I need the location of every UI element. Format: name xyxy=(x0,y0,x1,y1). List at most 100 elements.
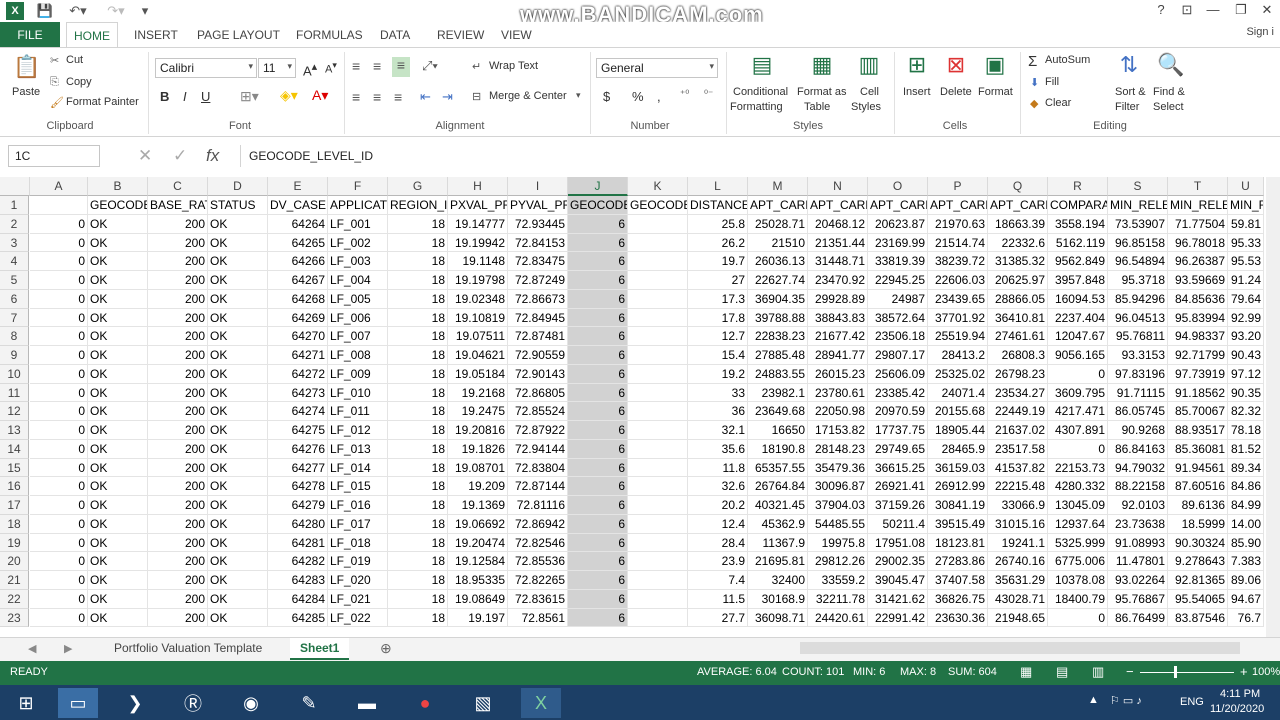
data-cell[interactable]: 88.93517 xyxy=(1168,421,1228,440)
data-cell[interactable]: 64274 xyxy=(268,402,328,421)
data-cell[interactable]: 96.04513 xyxy=(1108,308,1168,328)
new-sheet-icon[interactable]: ⊕ xyxy=(380,640,392,657)
data-cell[interactable]: OK xyxy=(88,458,148,478)
data-cell[interactable] xyxy=(628,327,688,346)
data-cell[interactable]: 72.90143 xyxy=(508,364,568,384)
sheet-tab-sheet1[interactable]: Sheet1 xyxy=(290,638,350,660)
column-header-b[interactable]: B xyxy=(88,177,148,196)
data-cell[interactable]: 9.278643 xyxy=(1168,552,1228,571)
column-header-n[interactable]: N xyxy=(808,177,868,196)
data-cell[interactable]: 97.73919 xyxy=(1168,364,1228,384)
data-cell[interactable] xyxy=(628,496,688,515)
header-cell[interactable]: APT_CARF xyxy=(808,196,868,215)
data-cell[interactable]: 19.1369 xyxy=(448,496,508,515)
column-header-l[interactable]: L xyxy=(688,177,748,196)
data-cell[interactable]: 22945.25 xyxy=(868,271,928,290)
data-cell[interactable]: 91.18562 xyxy=(1168,383,1228,403)
prev-sheet-icon[interactable]: ◀ xyxy=(28,642,36,655)
row-header[interactable]: 23 xyxy=(0,608,29,628)
row-header[interactable]: 3 xyxy=(0,233,29,253)
paste-button[interactable]: Paste xyxy=(12,86,40,98)
data-cell[interactable]: 19.07511 xyxy=(448,327,508,346)
data-cell[interactable]: OK xyxy=(88,271,148,290)
data-cell[interactable]: 64280 xyxy=(268,514,328,534)
data-cell[interactable]: 6 xyxy=(568,514,628,534)
horizontal-scrollbar[interactable] xyxy=(800,642,1240,654)
decrease-indent-icon[interactable]: ⇤ xyxy=(420,89,431,105)
data-cell[interactable]: OK xyxy=(88,214,148,234)
zoom-in-icon[interactable]: + xyxy=(1240,664,1248,679)
data-cell[interactable]: OK xyxy=(208,496,268,515)
header-cell[interactable]: APT_CARF xyxy=(868,196,928,215)
decrease-decimal-icon[interactable]: ⁰⁻ xyxy=(704,89,713,100)
data-cell[interactable]: OK xyxy=(208,402,268,421)
data-cell[interactable] xyxy=(628,514,688,534)
data-cell[interactable]: 72.87481 xyxy=(508,327,568,346)
data-cell[interactable]: 6 xyxy=(568,214,628,234)
data-cell[interactable]: 21351.44 xyxy=(808,233,868,253)
data-cell[interactable]: 22215.48 xyxy=(988,477,1048,496)
orientation-icon[interactable]: ⤢▾ xyxy=(422,58,438,74)
help-icon[interactable]: ? xyxy=(1148,2,1174,20)
maximize-icon[interactable]: ❐ xyxy=(1228,2,1254,20)
data-cell[interactable]: 200 xyxy=(148,571,208,590)
data-cell[interactable]: 23534.27 xyxy=(988,383,1048,403)
autosum-button[interactable]: AutoSum xyxy=(1045,54,1090,66)
select-all-corner[interactable] xyxy=(0,177,30,196)
data-cell[interactable]: OK xyxy=(88,383,148,403)
sheet-tab-portfolio[interactable]: Portfolio Valuation Template xyxy=(104,638,272,660)
data-cell[interactable]: LF_016 xyxy=(328,496,388,515)
data-cell[interactable]: 19.7 xyxy=(688,252,748,271)
data-cell[interactable]: LF_013 xyxy=(328,439,388,459)
row-header[interactable]: 1 xyxy=(0,196,29,215)
insert-function-icon[interactable]: fx xyxy=(206,146,219,166)
vertical-scrollbar[interactable] xyxy=(1266,177,1280,637)
data-cell[interactable]: 65357.55 xyxy=(748,458,808,478)
data-cell[interactable]: 0 xyxy=(30,364,88,384)
data-cell[interactable]: 16094.53 xyxy=(1048,289,1108,309)
column-header-h[interactable]: H xyxy=(448,177,508,196)
data-cell[interactable]: 22606.03 xyxy=(928,271,988,290)
data-cell[interactable]: 90.35 xyxy=(1228,383,1264,403)
data-cell[interactable]: 6 xyxy=(568,421,628,440)
clear-button[interactable]: Clear xyxy=(1045,97,1071,109)
data-cell[interactable]: 6775.006 xyxy=(1048,552,1108,571)
data-cell[interactable] xyxy=(628,252,688,271)
data-cell[interactable]: 200 xyxy=(148,214,208,234)
data-cell[interactable]: 18 xyxy=(388,514,448,534)
tools-app-icon[interactable]: ✎ xyxy=(289,688,329,718)
data-cell[interactable]: 94.67 xyxy=(1228,589,1264,609)
data-cell[interactable]: 23517.58 xyxy=(988,439,1048,459)
data-cell[interactable]: 36098.71 xyxy=(748,608,808,628)
data-cell[interactable]: OK xyxy=(208,608,268,628)
data-cell[interactable]: 95.76811 xyxy=(1108,327,1168,346)
data-cell[interactable]: 73.53907 xyxy=(1108,214,1168,234)
sign-in-link[interactable]: Sign i xyxy=(1246,26,1274,38)
data-cell[interactable]: 200 xyxy=(148,477,208,496)
data-cell[interactable]: 82.32 xyxy=(1228,402,1264,421)
data-cell[interactable]: 0 xyxy=(30,383,88,403)
data-cell[interactable]: 38843.83 xyxy=(808,308,868,328)
data-cell[interactable]: 84.99 xyxy=(1228,496,1264,515)
worksheet-grid[interactable]: A B C D E F G H I J K L M N O P Q R S T U 1 GEOCODE BASE_RAT STA… xyxy=(0,177,1280,637)
data-cell[interactable]: 28941.77 xyxy=(808,346,868,365)
data-cell[interactable]: 21695.81 xyxy=(748,552,808,571)
borders-icon[interactable]: ⊞▾ xyxy=(240,88,259,105)
column-header-t[interactable]: T xyxy=(1168,177,1228,196)
data-cell[interactable]: 200 xyxy=(148,327,208,346)
data-cell[interactable]: 17.3 xyxy=(688,289,748,309)
data-cell[interactable]: 64276 xyxy=(268,439,328,459)
data-cell[interactable]: 12937.64 xyxy=(1048,514,1108,534)
data-cell[interactable]: 22153.73 xyxy=(1048,458,1108,478)
data-cell[interactable]: 93.3153 xyxy=(1108,346,1168,365)
data-cell[interactable]: 72.84945 xyxy=(508,308,568,328)
paste-icon[interactable]: 📋 xyxy=(12,54,42,80)
data-cell[interactable]: 20.2 xyxy=(688,496,748,515)
data-cell[interactable]: 18.5999 xyxy=(1168,514,1228,534)
data-cell[interactable] xyxy=(628,289,688,309)
data-cell[interactable]: 19.06692 xyxy=(448,514,508,534)
data-cell[interactable]: 0 xyxy=(30,608,88,628)
column-header-k[interactable]: K xyxy=(628,177,688,196)
data-cell[interactable]: 0 xyxy=(30,346,88,365)
data-cell[interactable]: 27 xyxy=(688,271,748,290)
